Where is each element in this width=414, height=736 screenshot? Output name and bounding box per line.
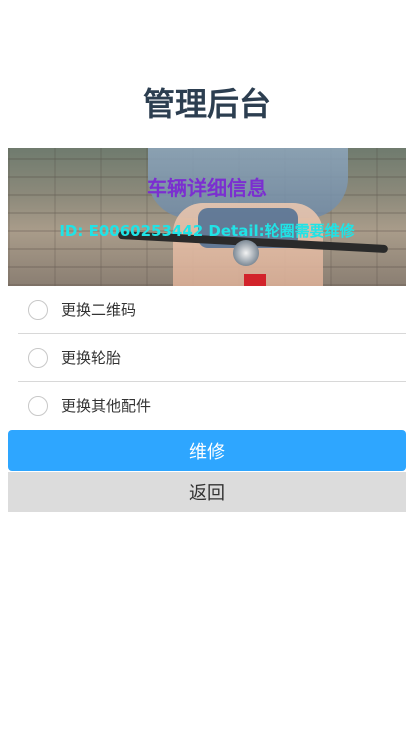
option-label: 更换其他配件 xyxy=(61,397,152,415)
option-replace-other-parts[interactable]: 更换其他配件 xyxy=(18,382,406,429)
banner-title: 车辆详细信息 xyxy=(147,176,267,200)
page-title: 管理后台 xyxy=(142,85,271,123)
back-button[interactable]: 返回 xyxy=(8,472,406,512)
banner-photo-reflector xyxy=(244,274,266,286)
option-label: 更换二维码 xyxy=(61,301,137,319)
option-replace-tire[interactable]: 更换轮胎 xyxy=(18,334,406,382)
radio-button[interactable] xyxy=(28,299,48,320)
radio-button[interactable] xyxy=(28,347,48,368)
option-replace-qrcode[interactable]: 更换二维码 xyxy=(18,286,406,334)
vehicle-banner-image: 车辆详细信息 ID: E0060253442 Detail:轮圈需要维修 xyxy=(8,148,406,286)
repair-options-list: 更换二维码 更换轮胎 更换其他配件 xyxy=(18,286,406,429)
banner-photo-lamp xyxy=(233,240,259,266)
option-label: 更换轮胎 xyxy=(61,349,122,367)
radio-button[interactable] xyxy=(28,395,48,416)
page: 管理后台 车辆详细信息 ID: E0060253442 Detail:轮圈需要维… xyxy=(0,0,414,736)
banner-detail: ID: E0060253442 Detail:轮圈需要维修 xyxy=(59,222,355,240)
repair-button[interactable]: 维修 xyxy=(8,430,406,471)
